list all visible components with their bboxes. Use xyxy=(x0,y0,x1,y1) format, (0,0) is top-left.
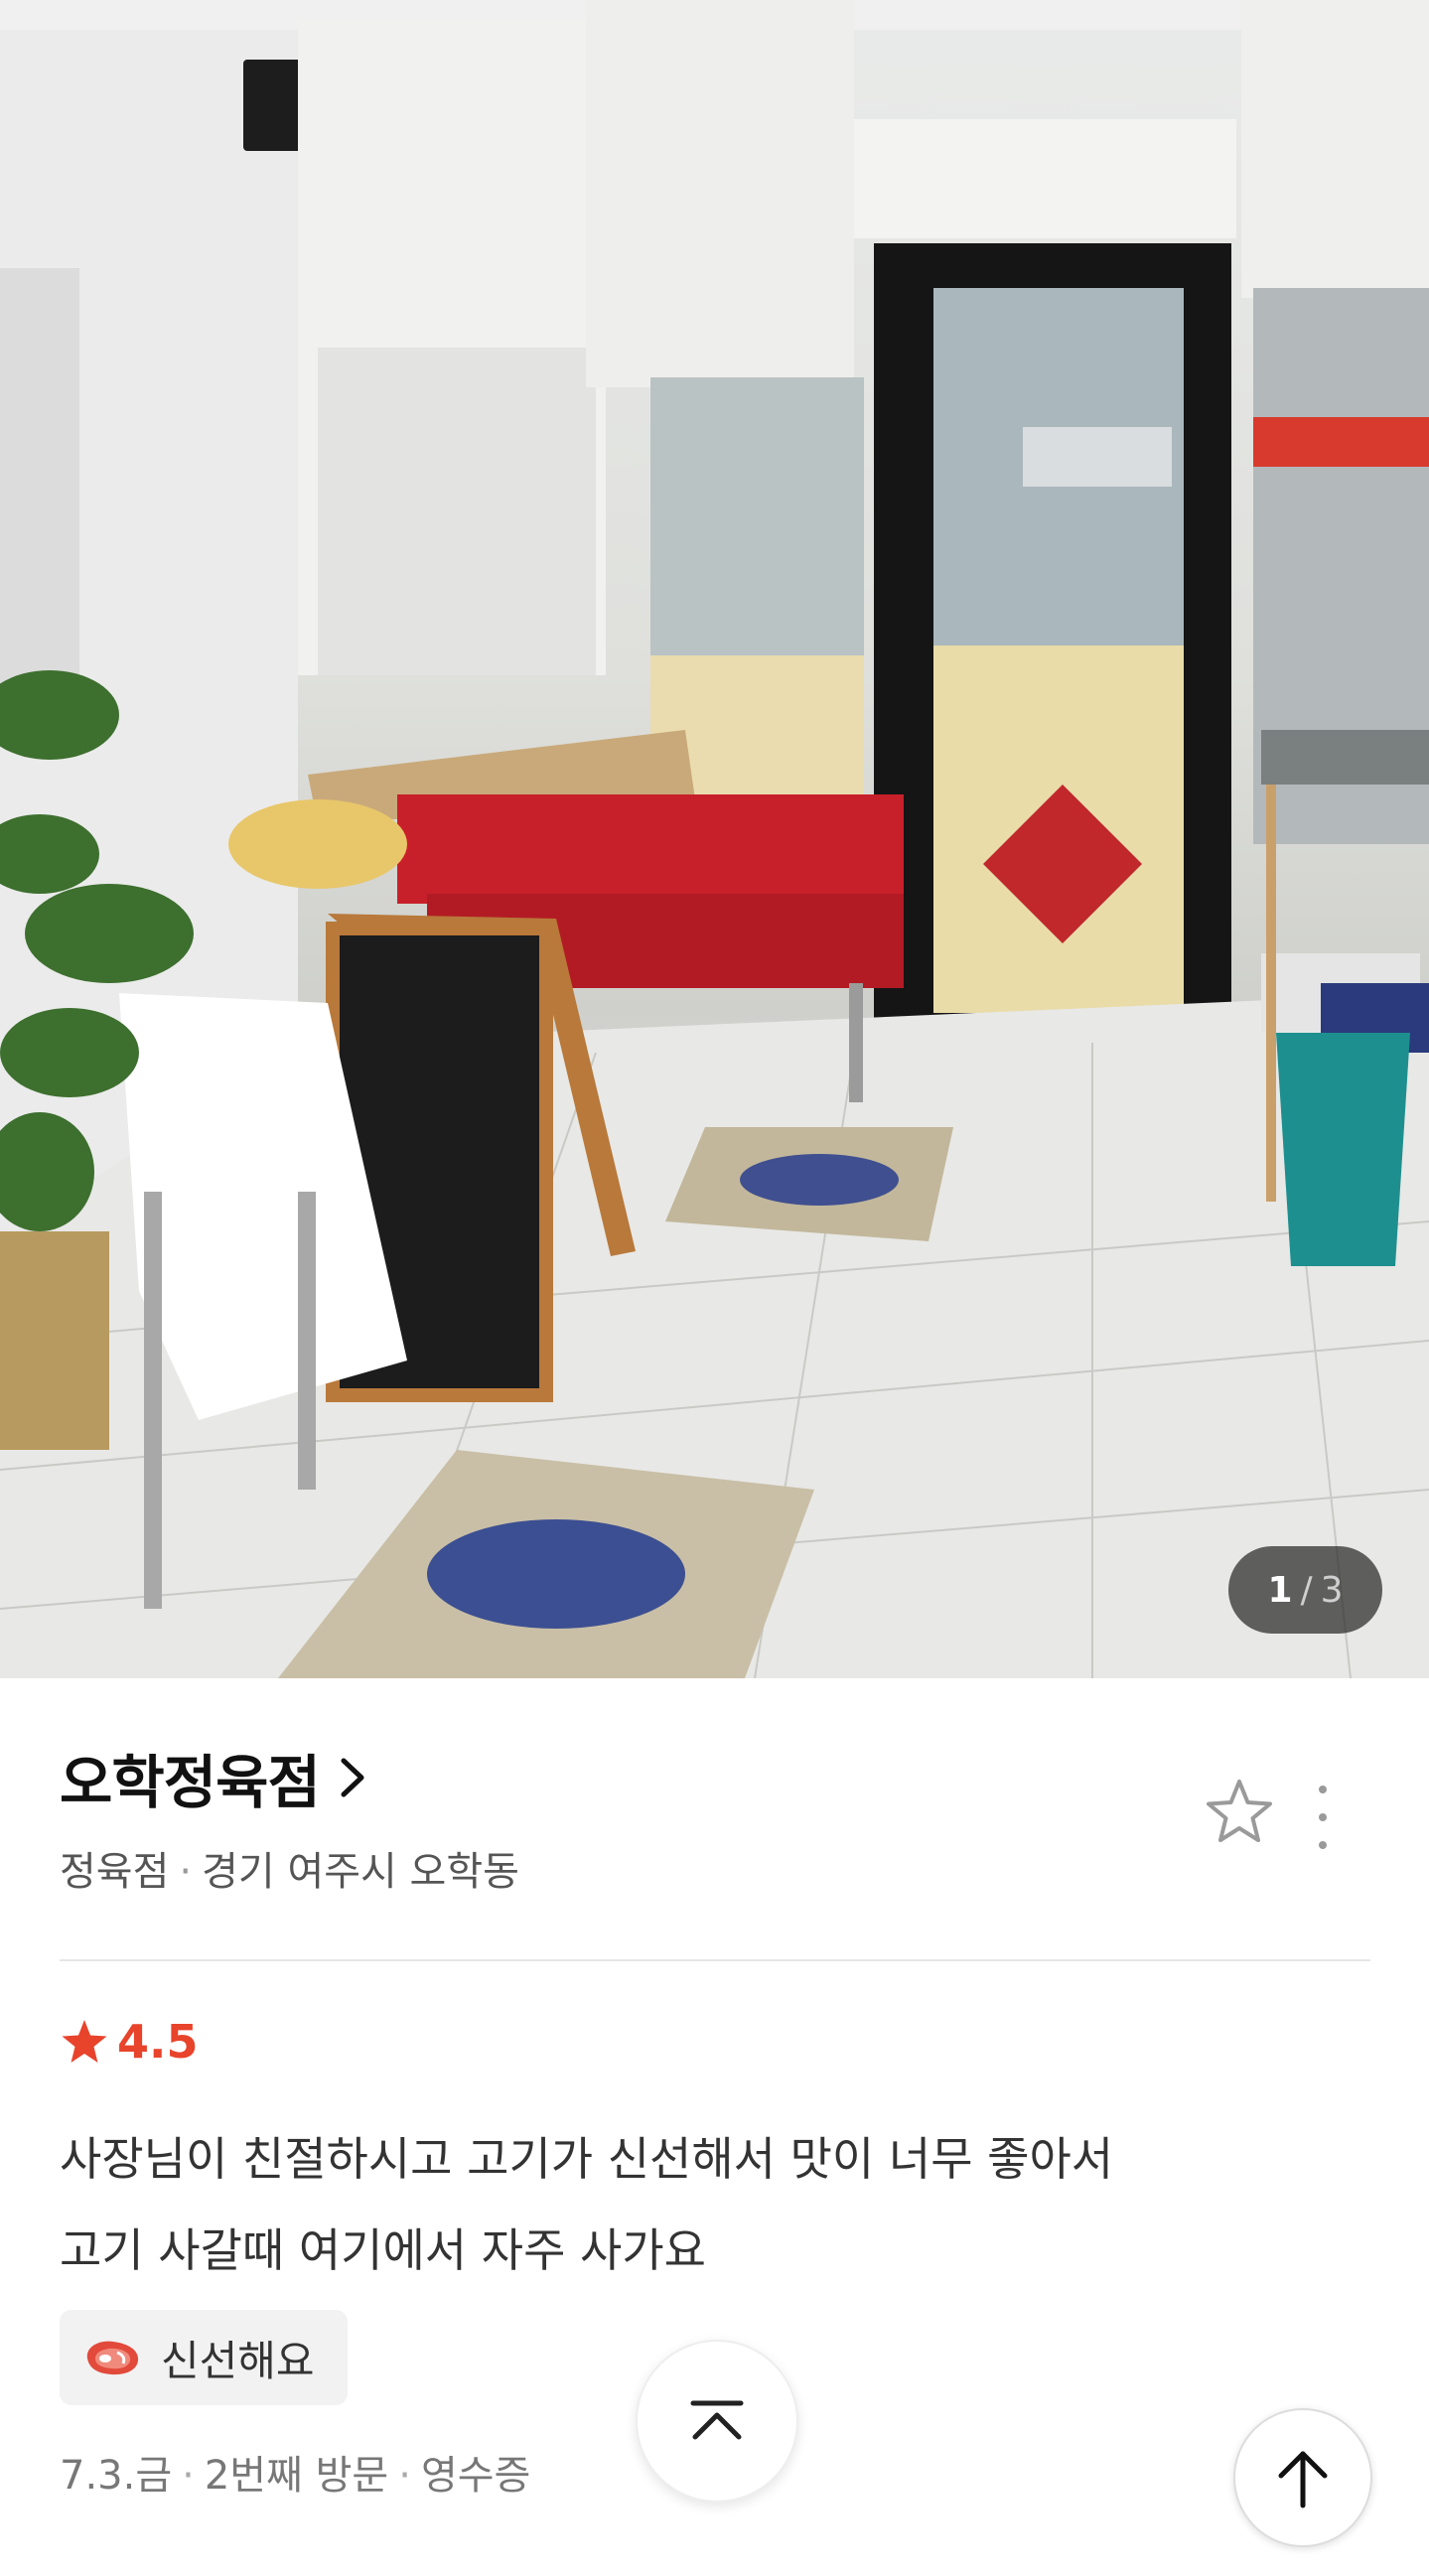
review-rating: 4.5 xyxy=(60,2014,199,2070)
review-text-line: 사장님이 친절하시고 고기가 신선해서 맛이 너무 좋아서 xyxy=(60,2132,1114,2186)
star-filled-icon xyxy=(62,2020,107,2063)
star-outline-icon xyxy=(1207,1780,1272,1842)
photo-counter-total: 3 xyxy=(1320,1569,1344,1611)
meta-separator: · xyxy=(182,2453,195,2499)
collapse-button[interactable] xyxy=(636,2340,798,2503)
keyword-label: 신선해요 xyxy=(161,2336,315,2385)
chevron-up-icon xyxy=(690,2400,744,2440)
place-address: 경기 여주시 오학동 xyxy=(202,1849,519,1895)
more-vertical-icon xyxy=(1319,1786,1327,1793)
review-text[interactable]: 사장님이 친절하시고 고기가 신선해서 맛이 너무 좋아서 고기 사갈때 여기에… xyxy=(60,2113,1370,2296)
review-text-line: 고기 사갈때 여기에서 자주 사가요 xyxy=(60,2223,706,2277)
divider xyxy=(60,1959,1370,1961)
more-vertical-icon-dot xyxy=(1319,1841,1327,1849)
place-category: 정육점 xyxy=(60,1849,170,1895)
rating-value: 4.5 xyxy=(117,2015,199,2069)
visit-date: 7.3.금 xyxy=(60,2453,173,2499)
photo-scene xyxy=(0,0,1429,1678)
chevron-right-icon xyxy=(341,1758,364,1797)
favorite-button[interactable] xyxy=(1204,1776,1275,1847)
place-title-link[interactable]: 오학정육점 xyxy=(60,1738,371,1817)
photo-counter-separator: / xyxy=(1300,1569,1313,1611)
steak-icon xyxy=(86,2341,139,2375)
meta-separator: · xyxy=(398,2453,411,2499)
review-photo[interactable]: 1 / 3 xyxy=(0,0,1429,1678)
photo-counter: 1 / 3 xyxy=(1228,1546,1382,1634)
keyword-chip[interactable]: 신선해요 xyxy=(60,2310,348,2405)
photo-counter-current: 1 xyxy=(1267,1569,1293,1611)
more-vertical-icon-dot xyxy=(1319,1813,1327,1821)
scroll-to-top-button[interactable] xyxy=(1233,2408,1372,2547)
place-subtitle-separator: · xyxy=(179,1849,193,1895)
place-subtitle: 정육점 · 경기 여주시 오학동 xyxy=(60,1839,519,1897)
place-name: 오학정육점 xyxy=(60,1749,321,1816)
more-options-button[interactable] xyxy=(1303,1778,1343,1857)
arrow-up-icon xyxy=(1278,2451,1328,2508)
review-meta: 7.3.금 · 2번째 방문 · 영수증 xyxy=(60,2443,530,2501)
receipt-proof: 영수증 xyxy=(420,2453,531,2499)
visit-count: 2번째 방문 xyxy=(204,2453,389,2499)
